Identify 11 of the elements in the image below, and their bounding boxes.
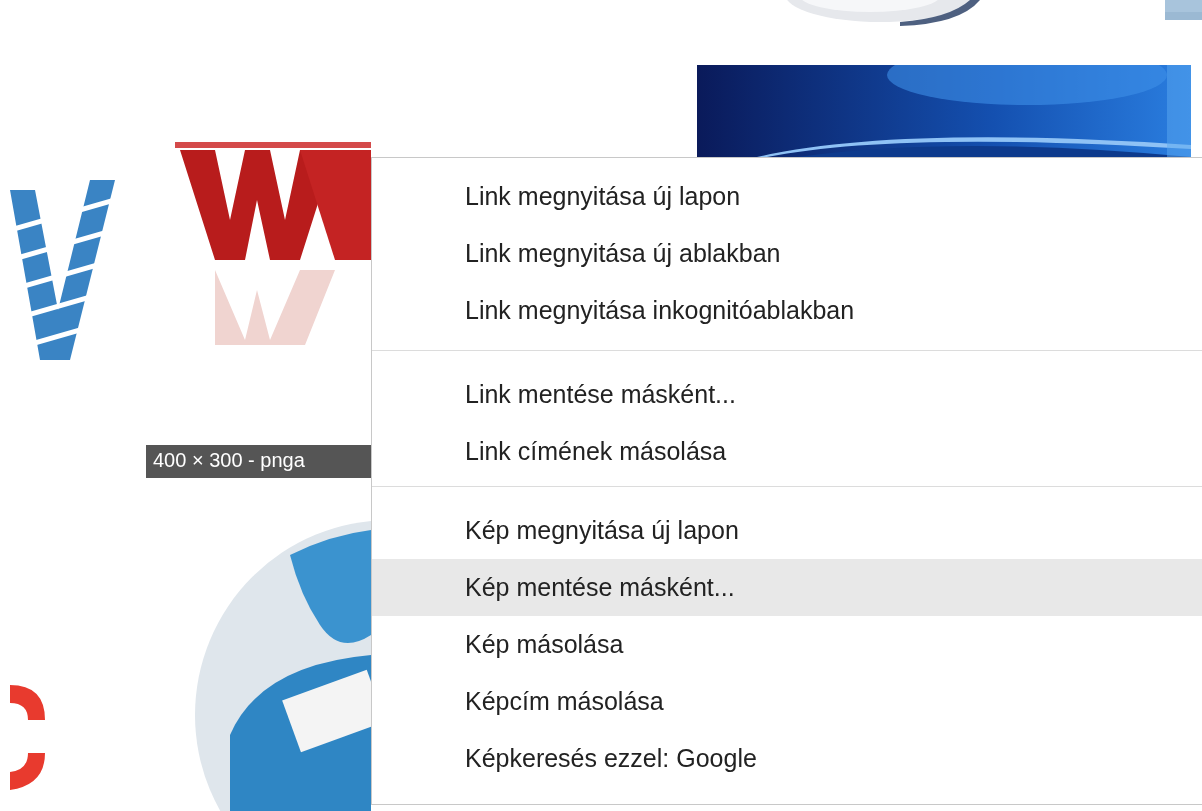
- menu-item[interactable]: Kép mentése másként...: [372, 559, 1202, 616]
- menu-item[interactable]: Link megnyitása új lapon: [372, 168, 1202, 225]
- menu-item[interactable]: Képcím másolása: [372, 673, 1202, 730]
- image-caption: 400 × 300 - pnga: [146, 445, 371, 478]
- menu-item[interactable]: Képkeresés ezzel: Google: [372, 730, 1202, 787]
- menu-item[interactable]: Link címének másolása: [372, 423, 1202, 480]
- menu-item[interactable]: Link megnyitása inkognitóablakban: [372, 282, 1202, 339]
- menu-item[interactable]: Kép másolása: [372, 616, 1202, 673]
- menu-item[interactable]: Link megnyitása új ablakban: [372, 225, 1202, 282]
- menu-item[interactable]: Kép megnyitása új lapon: [372, 502, 1202, 559]
- menu-item[interactable]: Link mentése másként...: [372, 366, 1202, 423]
